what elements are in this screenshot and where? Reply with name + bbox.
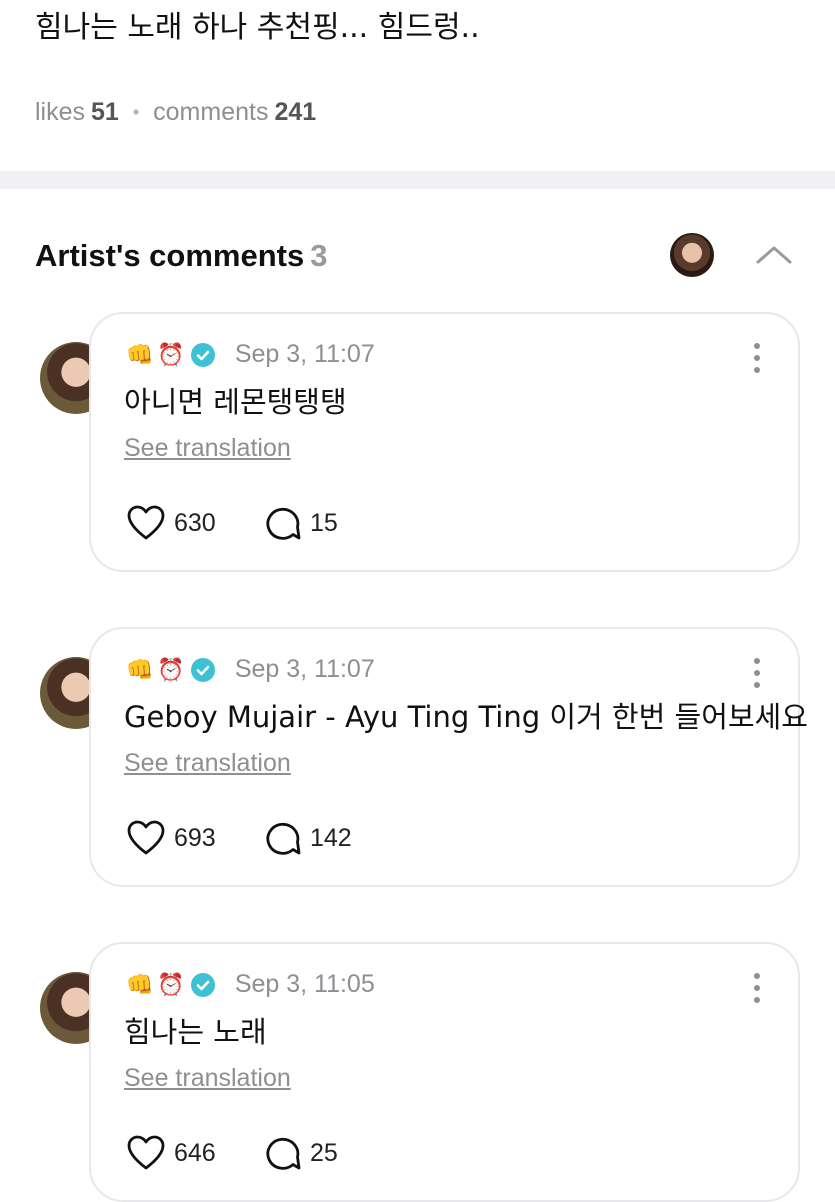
like-count: 646 [174,1138,216,1167]
post-stats: likes 51 • comments 241 [35,95,316,129]
comment-meta: 👊 ⏰ Sep 3, 11:05 [126,970,375,999]
separator-dot: • [132,102,140,122]
comment-meta: 👊 ⏰ Sep 3, 11:07 [126,655,375,684]
like-button[interactable]: 630 [126,504,236,542]
comment-time: Sep 3, 11:05 [234,970,375,998]
more-options-button[interactable] [742,968,772,1008]
comment-text: Geboy Mujair - Ayu Ting Ting 이거 한번 들어보세요 [124,700,808,734]
reply-count: 15 [310,508,338,537]
alarm-clock-badge-icon: ⏰ [157,656,185,682]
speech-bubble-icon [266,822,301,855]
reply-count: 142 [310,823,352,852]
see-translation-link[interactable]: See translation [124,434,291,463]
like-button[interactable]: 693 [126,819,236,857]
heart-icon [127,505,165,540]
reply-button[interactable]: 15 [266,505,338,541]
comments-count: 241 [274,98,317,126]
comment-text: 아니면 레몬탱탱탱 [124,385,347,419]
comment-actions: 693 142 [126,819,352,857]
more-options-button[interactable] [742,653,772,693]
like-count: 693 [174,823,216,852]
alarm-clock-badge-icon: ⏰ [157,341,185,367]
heart-icon [127,820,165,855]
artist-comments-title: Artist's comments [35,238,305,273]
comment-card: 👊 ⏰ Sep 3, 11:07 Geboy Mujair - Ayu Ting… [89,627,808,887]
comment-actions: 646 25 [126,1134,338,1172]
chevron-up-icon [756,246,792,264]
more-vertical-icon [754,658,760,688]
artist-avatar[interactable] [670,233,714,277]
post-title: 힘나는 노래 하나 추천핑... 힘드렁.. [35,10,480,45]
more-vertical-icon [754,973,760,1003]
comment-card: 👊 ⏰ Sep 3, 11:05 힘나는 노래 See translation … [89,942,800,1202]
verified-check-icon [190,657,215,682]
likes-label: likes [35,98,86,126]
heart-icon [127,1135,165,1170]
reply-button[interactable]: 25 [266,1135,338,1171]
comment-card: 👊 ⏰ Sep 3, 11:07 아니면 레몬탱탱탱 See translati… [89,312,800,572]
comment-text: 힘나는 노래 [124,1015,267,1049]
comment-time: Sep 3, 11:07 [234,340,375,368]
section-divider [0,171,835,189]
like-count: 630 [174,508,216,537]
verified-check-icon [190,972,215,997]
more-options-button[interactable] [742,338,772,378]
comments-label: comments [153,98,269,126]
alarm-clock-badge-icon: ⏰ [157,971,185,997]
fist-badge-icon: 👊 [126,656,154,682]
speech-bubble-icon [266,1137,301,1170]
see-translation-link[interactable]: See translation [124,1064,291,1093]
verified-check-icon [190,342,215,367]
comment-time: Sep 3, 11:07 [234,655,375,683]
artist-comments-heading: Artist's comments 3 [35,236,327,276]
comment-actions: 630 15 [126,504,338,542]
reply-button[interactable]: 142 [266,820,352,856]
like-button[interactable]: 646 [126,1134,236,1172]
reply-count: 25 [310,1138,338,1167]
more-vertical-icon [754,343,760,373]
speech-bubble-icon [266,507,301,540]
collapse-button[interactable] [752,238,796,272]
comment-meta: 👊 ⏰ Sep 3, 11:07 [126,340,375,369]
see-translation-link[interactable]: See translation [124,749,291,778]
artist-comments-count: 3 [310,238,328,273]
likes-count: 51 [91,98,119,126]
fist-badge-icon: 👊 [126,341,154,367]
fist-badge-icon: 👊 [126,971,154,997]
